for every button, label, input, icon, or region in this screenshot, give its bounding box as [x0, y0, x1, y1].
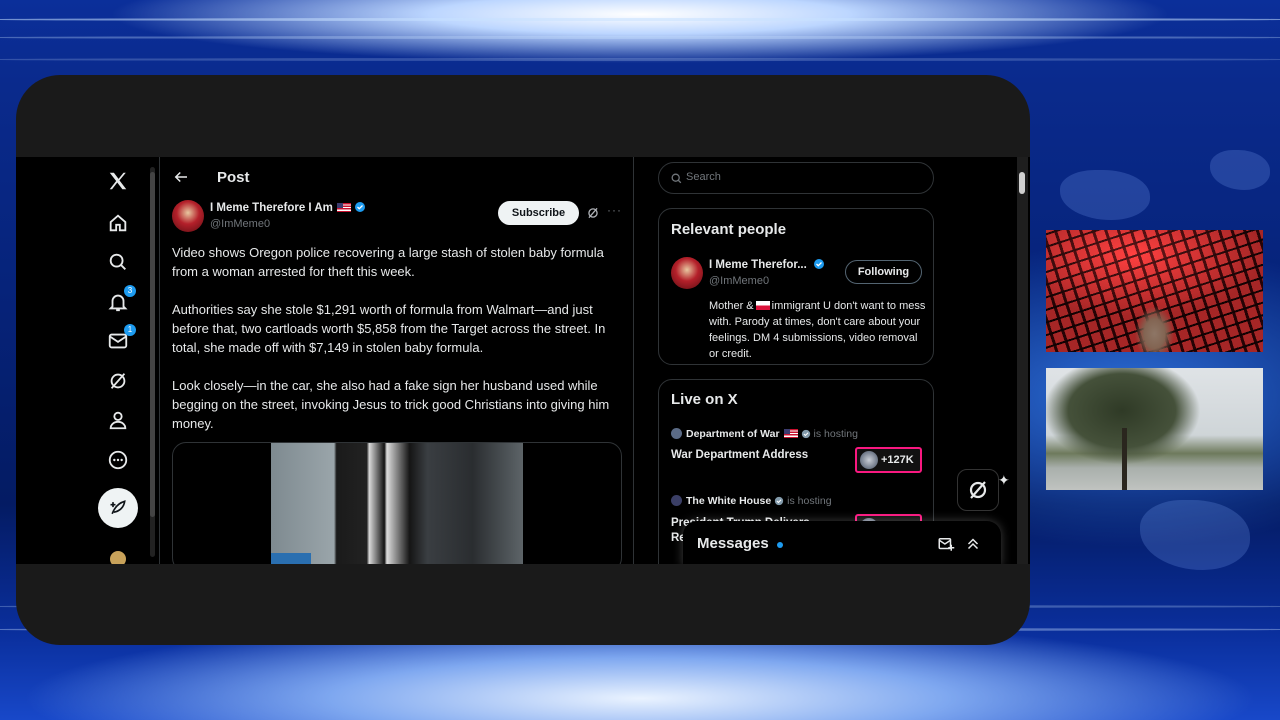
bio-text-start: Mother &	[709, 300, 754, 312]
bg-map-shape	[1060, 170, 1150, 220]
author-handle[interactable]: @ImMeme0	[210, 218, 270, 230]
video-player[interactable]	[271, 443, 523, 564]
subscribe-button[interactable]: Subscribe	[498, 201, 579, 225]
host-seal-icon	[671, 495, 682, 506]
left-scrollbar-thumb[interactable]	[150, 172, 155, 517]
page-scrollbar-track[interactable]	[1017, 157, 1028, 564]
back-arrow-icon[interactable]	[172, 168, 190, 186]
is-hosting-label: is hosting	[787, 495, 832, 507]
person-avatar[interactable]	[671, 257, 703, 289]
author-avatar[interactable]	[172, 200, 204, 232]
unread-dot-icon	[777, 542, 783, 548]
relevant-people-title: Relevant people	[671, 221, 787, 238]
page-title: Post	[217, 169, 250, 186]
new-message-icon[interactable]	[937, 535, 955, 553]
home-icon[interactable]	[106, 211, 130, 235]
host-seal-icon	[671, 428, 682, 439]
notifications-icon[interactable]: 3	[106, 285, 136, 314]
author-name-row[interactable]: I Meme Therefore I Am	[210, 201, 366, 214]
search-icon[interactable]	[106, 250, 130, 274]
post-text-paragraph: Video shows Oregon police recovering a l…	[172, 245, 604, 279]
post-text-paragraph: Authorities say she stole $1,291 worth o…	[172, 302, 606, 355]
bg-streak	[0, 18, 1280, 21]
live-host-name: Department of War	[686, 428, 780, 440]
page-scrollbar-thumb[interactable]	[1019, 172, 1025, 194]
author-name[interactable]: I Meme Therefore I Am	[210, 202, 333, 214]
messages-nav-icon[interactable]: 1	[106, 324, 136, 353]
following-button[interactable]: Following	[845, 260, 922, 284]
is-hosting-label: is hosting	[813, 428, 858, 440]
right-sidebar: Relevant people I Meme Therefor... @ImMe…	[656, 157, 956, 564]
grok-icon[interactable]	[106, 369, 130, 393]
poland-flag-icon	[755, 301, 770, 310]
live-host-name: The White House	[686, 495, 772, 507]
messages-badge: 1	[124, 324, 136, 336]
compose-post-button[interactable]	[98, 488, 138, 528]
account-avatar-icon[interactable]	[106, 547, 130, 564]
browser-window: 3 1 Post I Meme Therefore I Am @ImMeme0 …	[16, 75, 1030, 645]
bg-map-shape	[1210, 150, 1270, 190]
x-logo-icon[interactable]	[106, 169, 130, 193]
live-viewers-badge[interactable]: +127K	[855, 447, 922, 473]
grok-icon	[969, 481, 987, 499]
grok-explain-icon[interactable]	[586, 206, 600, 220]
sparkle-icon: ✦	[998, 472, 1010, 488]
outdoor-video-feed	[1046, 368, 1263, 490]
bg-streak	[0, 58, 1280, 61]
more-options-icon[interactable]	[106, 448, 130, 472]
post-header: Post	[160, 157, 634, 199]
person-bio: Mother & immigrant U don't want to mess w…	[709, 298, 929, 362]
notification-badge: 3	[124, 285, 136, 297]
verified-badge-icon	[354, 202, 365, 212]
search-input[interactable]	[686, 171, 916, 183]
search-box[interactable]	[658, 162, 934, 194]
expand-chevron-icon[interactable]	[964, 535, 982, 553]
bg-streak	[0, 36, 1280, 39]
search-icon	[671, 173, 682, 184]
messages-drawer[interactable]: Messages	[683, 521, 1001, 564]
live-host-row[interactable]: The White House is hosting	[671, 495, 832, 507]
person-name-row[interactable]: I Meme Therefor...	[709, 258, 825, 271]
verified-badge-icon	[775, 496, 784, 506]
tree-trunk	[1122, 428, 1127, 490]
feather-icon	[110, 500, 126, 515]
us-flag-icon	[783, 429, 798, 438]
more-menu-icon[interactable]: ···	[607, 203, 622, 217]
live-broadcast-title[interactable]: War Department Address	[671, 449, 808, 461]
webcam-feed	[1046, 230, 1263, 352]
verified-badge-icon	[813, 259, 824, 269]
grok-floating-button[interactable]	[957, 469, 999, 511]
post-media[interactable]	[172, 442, 622, 564]
post-text-paragraph: Look closely—in the car, she also had a …	[172, 378, 610, 431]
person-name[interactable]: I Meme Therefor...	[709, 259, 807, 271]
relevant-people-card: Relevant people I Meme Therefor... @ImMe…	[658, 208, 934, 365]
person-handle[interactable]: @ImMeme0	[709, 275, 769, 287]
x-app-screen: 3 1 Post I Meme Therefore I Am @ImMeme0 …	[16, 157, 1030, 564]
live-title: Live on X	[671, 391, 738, 408]
left-nav: 3 1	[96, 157, 140, 564]
verified-badge-icon	[801, 429, 810, 439]
bg-map-shape	[1140, 500, 1250, 570]
profile-icon[interactable]	[106, 408, 130, 432]
live-host-row[interactable]: Department of War is hosting	[671, 428, 858, 440]
us-flag-icon	[336, 203, 351, 212]
post-column: Post I Meme Therefore I Am @ImMeme0 Subs…	[160, 157, 634, 564]
messages-title: Messages	[697, 535, 769, 552]
